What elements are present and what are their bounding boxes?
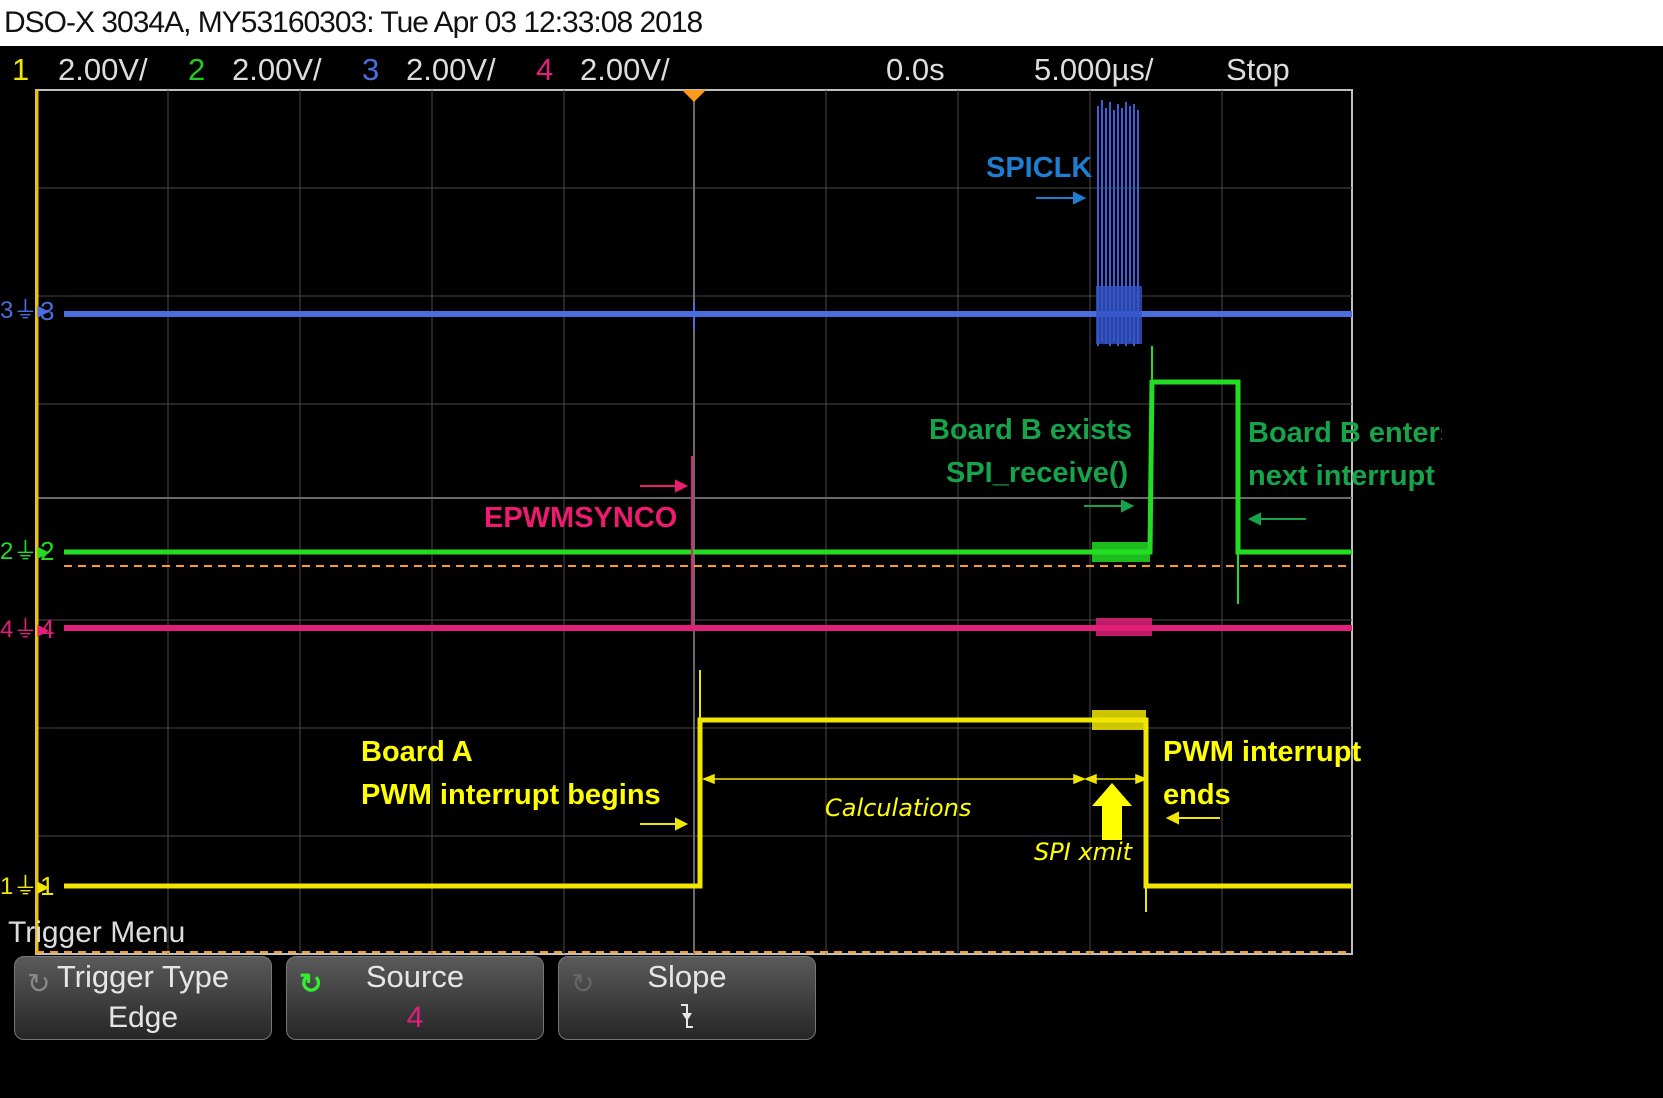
board-b-exists-line1: Board B exists [929, 414, 1133, 446]
spiclk-annotation: SPICLK [986, 152, 1093, 184]
epwmsynco-annotation: EPWMSYNCO [484, 502, 678, 534]
ch3-trace [64, 100, 1352, 346]
board-a-line1: Board A [361, 736, 473, 768]
menu-title: Trigger Menu [8, 916, 186, 949]
slope-falling-edge-icon [559, 1001, 815, 1039]
board-b-enters-line1: Board B enters [1248, 417, 1442, 449]
board-b-enters-arrow [1247, 512, 1306, 526]
ch3-marker-label: 3 [40, 296, 54, 326]
trigger-type-softkey[interactable]: ↻ Trigger Type Edge [14, 956, 272, 1040]
pwm-ends-line1: PWM interrupt [1163, 736, 1362, 768]
ch2-marker-label: 2 [40, 536, 54, 566]
board-a-line2: PWM interrupt begins [361, 779, 661, 811]
scope-screen: 1 2.00V/ 2 2.00V/ 3 2.00V/ 4 2.00V/ 0.0s… [0, 46, 1442, 1098]
trigger-type-value: Edge [107, 1001, 179, 1034]
board-b-exists-arrow [1084, 499, 1135, 513]
channel-markers: 3⏚▸ 3 2⏚▸ 2 4⏚▸ 4 1⏚▸ 1 [0, 296, 54, 901]
center-axes [36, 90, 1352, 954]
spi-xmit-annotation: SPI xmit [1034, 838, 1133, 866]
right-panel [1442, 46, 1663, 1098]
spiclk-arrow [1036, 191, 1087, 205]
spi-xmit-block-arrow [1092, 783, 1132, 840]
trigger-position-marker[interactable] [682, 90, 706, 102]
slope-label: Slope [647, 959, 727, 994]
trigger-type-label: Trigger Type [56, 959, 230, 994]
calculations-span-arrow [701, 773, 1149, 785]
ch1-trace [64, 670, 1352, 912]
calculations-annotation: Calculations [825, 794, 972, 822]
waveform-display: 3⏚▸ 3 2⏚▸ 2 4⏚▸ 4 1⏚▸ 1 [0, 89, 1353, 955]
pwm-ends-line2: ends [1163, 779, 1231, 811]
ch4-marker-label: 4 [40, 614, 54, 644]
source-softkey[interactable]: ↻ Source 4 [286, 956, 544, 1040]
ch4-trace [64, 456, 1352, 636]
board-b-exists-line2: SPI_receive() [946, 457, 1129, 489]
source-value: 4 [406, 1001, 424, 1034]
board-b-enters-line2: next interrupt [1248, 460, 1435, 492]
source-label: Source [365, 959, 465, 994]
window-title: DSO-X 3034A, MY53160303: Tue Apr 03 12:3… [0, 0, 1663, 46]
ch1-marker-label: 1 [40, 871, 54, 901]
pwm-begins-arrow [640, 817, 689, 831]
epwmsynco-arrow [640, 479, 689, 493]
slope-softkey[interactable]: ↻ Slope [558, 956, 816, 1040]
